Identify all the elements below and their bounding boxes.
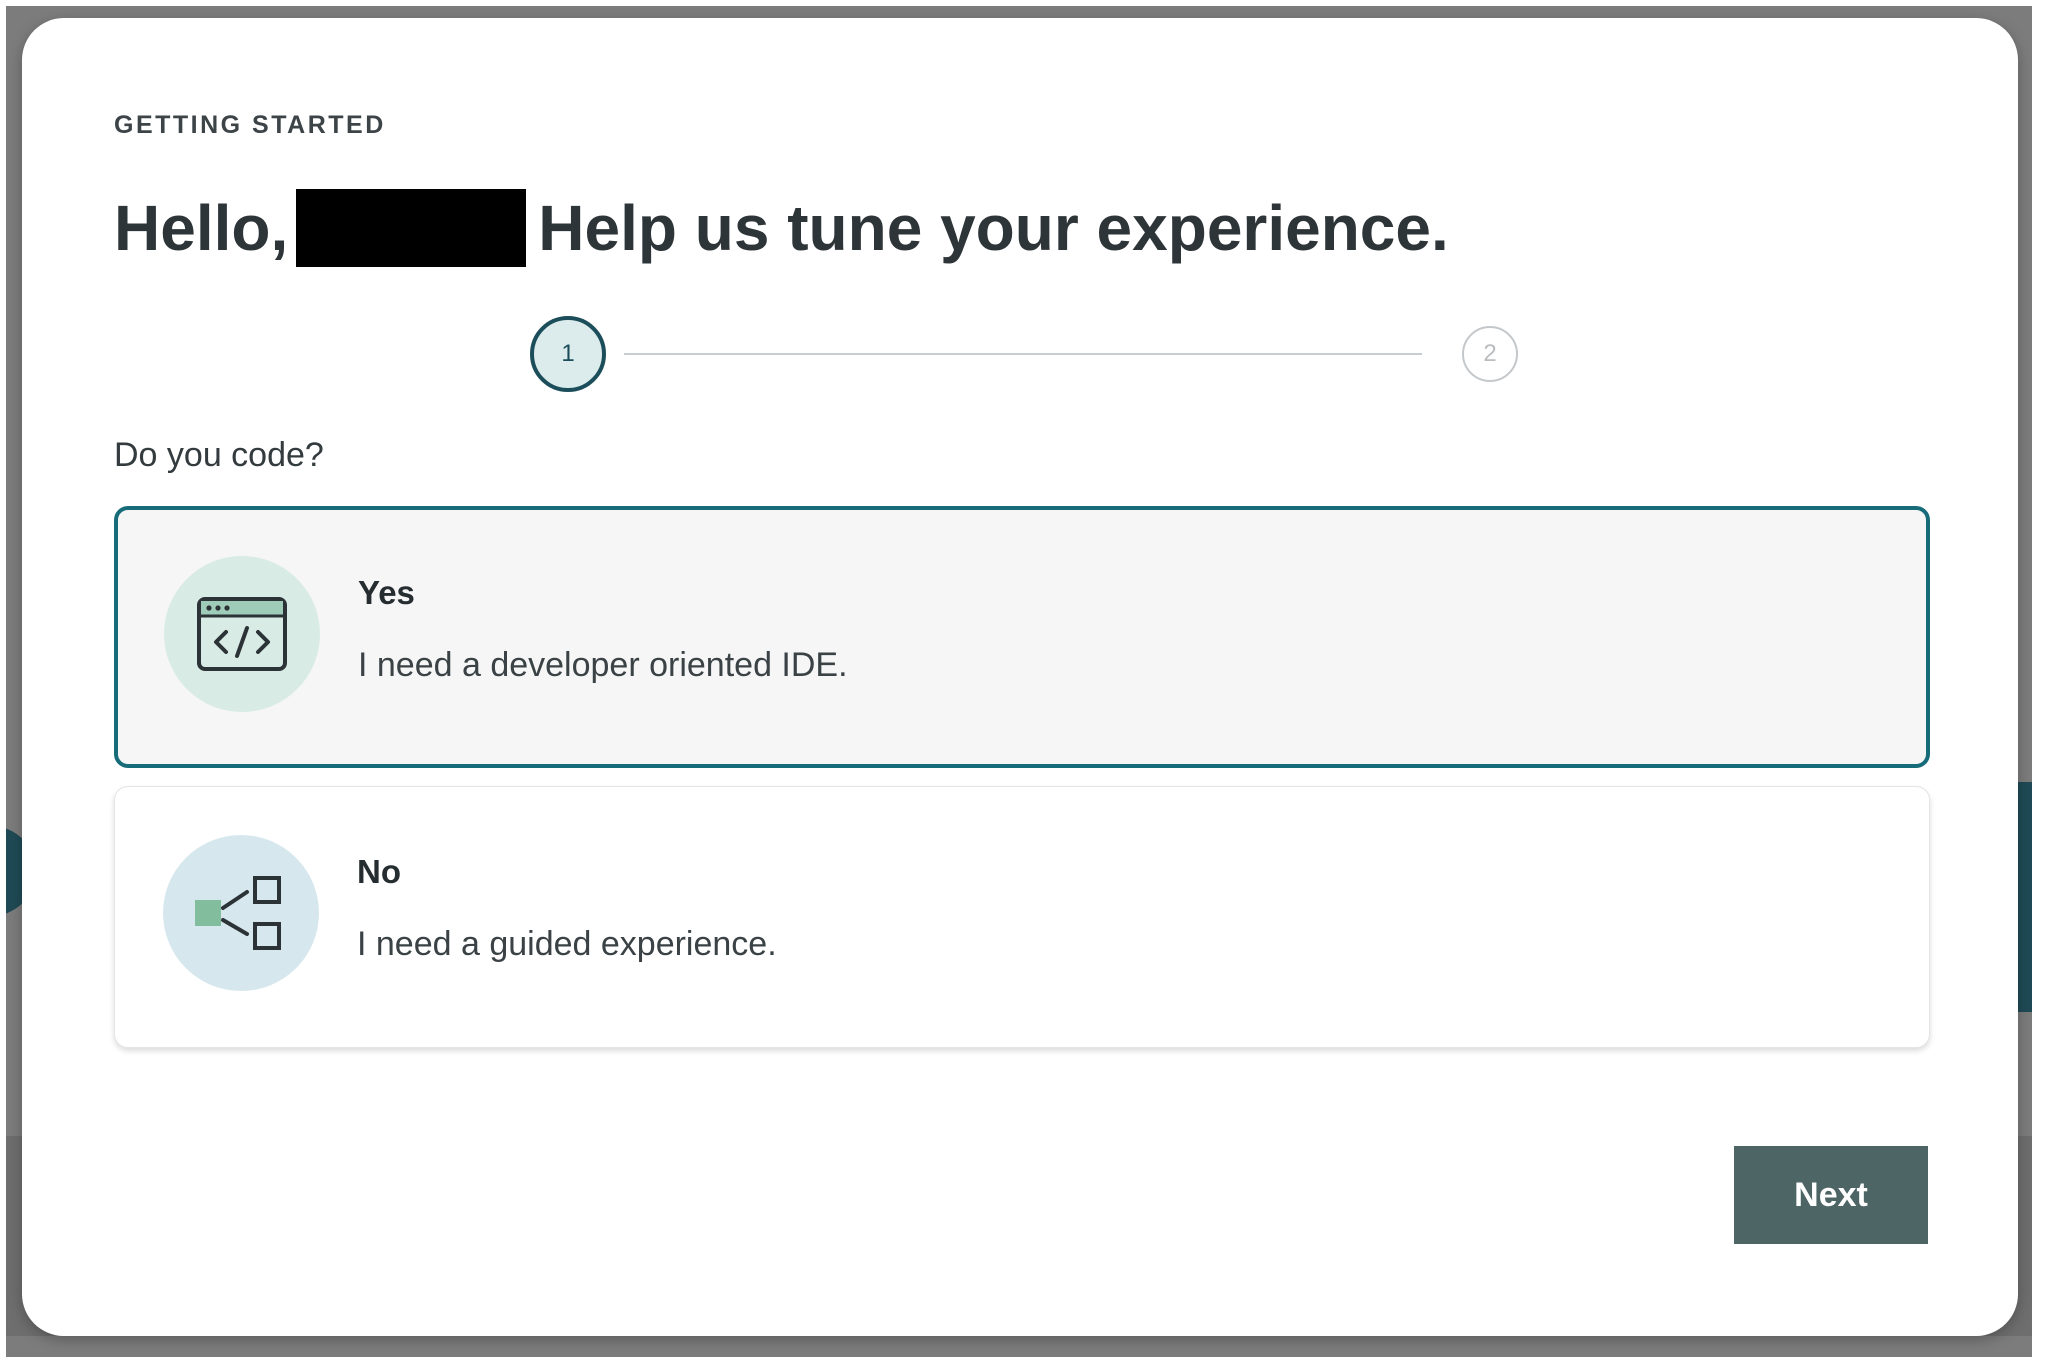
code-window-icon (164, 556, 320, 712)
onboarding-dialog: GETTING STARTED Hello, Help us tune your… (22, 18, 2018, 1336)
step-1-label: 1 (561, 340, 575, 367)
dialog-eyebrow: GETTING STARTED (114, 111, 386, 139)
title-greeting: Hello, (114, 192, 289, 264)
step-2-indicator: 2 (1462, 326, 1518, 382)
progress-stepper: 1 2 (530, 316, 1530, 392)
title-message: Help us tune your experience. (538, 192, 1449, 264)
stepper-connector (624, 353, 1422, 355)
option-yes-card[interactable]: Yes I need a developer oriented IDE. (114, 506, 1930, 768)
option-yes-label: Yes (358, 574, 415, 611)
option-yes-description: I need a developer oriented IDE. (358, 646, 848, 684)
option-no-label: No (357, 853, 401, 890)
question-label: Do you code? (114, 436, 324, 474)
branching-nodes-icon (163, 835, 319, 991)
step-1-indicator: 1 (530, 316, 606, 392)
step-2-label: 2 (1483, 340, 1497, 367)
dialog-title: Hello, Help us tune your experience. (114, 188, 1449, 268)
next-button[interactable]: Next (1734, 1146, 1928, 1244)
redacted-username (296, 189, 527, 267)
option-no-card[interactable]: No I need a guided experience. (114, 786, 1930, 1048)
option-no-description: I need a guided experience. (357, 925, 777, 963)
